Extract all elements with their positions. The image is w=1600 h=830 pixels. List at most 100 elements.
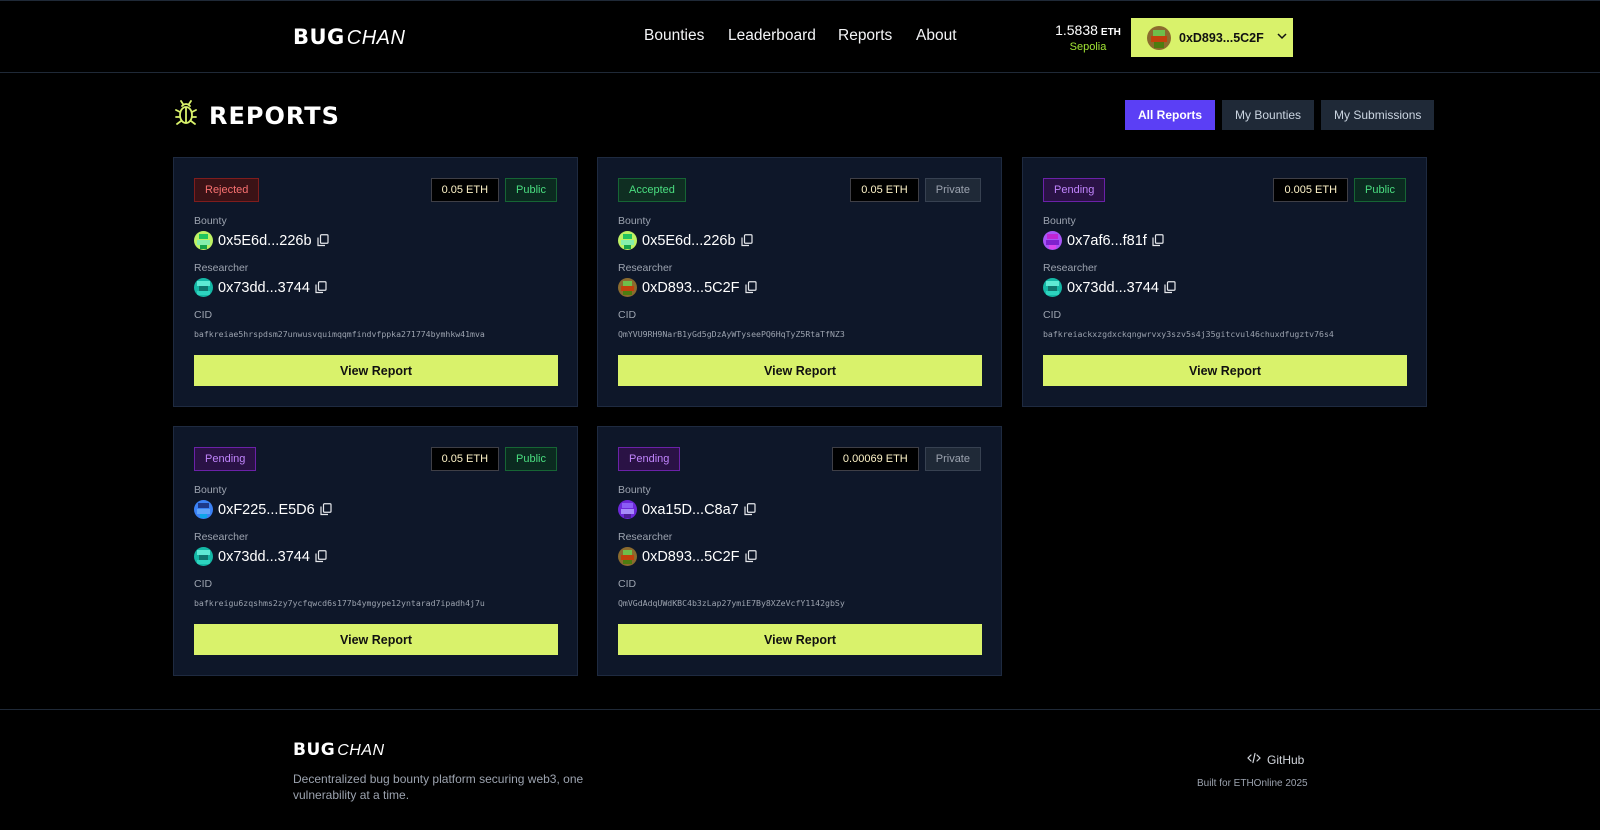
cid-value: bafkreiae5hrspdsm27unwusvquimqqmfindvfpp… (194, 329, 485, 339)
filter-all-reports[interactable]: All Reports (1125, 100, 1216, 130)
report-card: Rejected 0.05 ETH Public Bounty 0x5E6d..… (173, 157, 578, 407)
researcher-address: 0x73dd...3744 (218, 548, 310, 565)
copy-icon[interactable] (744, 550, 757, 563)
reward-badge: 0.005 ETH (1273, 178, 1349, 202)
filter-my-bounties[interactable]: My Bounties (1222, 100, 1315, 130)
researcher-avatar (618, 547, 637, 566)
copy-icon[interactable] (740, 234, 753, 247)
researcher-avatar (1043, 278, 1062, 297)
bounty-label: Bounty (194, 215, 227, 227)
researcher-label: Researcher (618, 262, 673, 274)
card-badges: 0.05 ETH Public (430, 178, 557, 202)
card-badges: 0.00069 ETH Private (831, 447, 981, 471)
visibility-badge: Public (505, 178, 557, 202)
bounty-address: 0xF225...E5D6 (218, 501, 315, 518)
view-report-button[interactable]: View Report (194, 355, 558, 386)
chevron-down-icon (1276, 29, 1288, 47)
researcher-avatar (194, 547, 213, 566)
nav-about[interactable]: About (916, 27, 957, 45)
report-card: Pending 0.00069 ETH Private Bounty 0xa15… (597, 426, 1002, 676)
bounty-label: Bounty (618, 484, 651, 496)
researcher-address-row: 0x73dd...3744 (194, 547, 327, 566)
researcher-address-row: 0xD893...5C2F (618, 278, 757, 297)
bounty-address: 0x7af6...f81f (1067, 232, 1147, 249)
researcher-address-row: 0x73dd...3744 (1043, 278, 1176, 297)
network-name: Sepolia (1069, 41, 1107, 53)
researcher-address-row: 0x73dd...3744 (194, 278, 327, 297)
bounty-avatar (194, 500, 213, 519)
report-card: Pending 0.05 ETH Public Bounty 0xF225...… (173, 426, 578, 676)
copy-icon[interactable] (1152, 234, 1164, 247)
researcher-address: 0x73dd...3744 (218, 279, 310, 296)
footer-brand-logo[interactable]: BUG CHAN (293, 740, 385, 760)
researcher-avatar (618, 278, 637, 297)
cid-label: CID (618, 309, 637, 321)
report-filter-tabs: All Reports My Bounties My Submissions (1125, 100, 1435, 130)
cid-value: QmYVU9RH9NarB1yGd5gDzAyWTyseePQ6HqTyZ5Rt… (618, 329, 845, 339)
report-card: Accepted 0.05 ETH Private Bounty 0x5E6d.… (597, 157, 1002, 407)
page-title: REPORTS (175, 100, 340, 131)
view-report-button[interactable]: View Report (618, 355, 982, 386)
bounty-avatar (194, 231, 213, 250)
copy-icon[interactable] (315, 281, 327, 294)
researcher-label: Researcher (194, 531, 249, 543)
copy-icon[interactable] (1164, 281, 1176, 294)
bounty-label: Bounty (618, 215, 651, 227)
card-badges: 0.005 ETH Public (1273, 178, 1406, 202)
code-icon (1247, 752, 1261, 767)
bounty-address: 0x5E6d...226b (218, 232, 312, 249)
bounty-address-row: 0xF225...E5D6 (194, 500, 332, 519)
researcher-label: Researcher (194, 262, 249, 274)
researcher-label: Researcher (618, 531, 673, 543)
bounty-address-row: 0x5E6d...226b (618, 231, 753, 250)
reward-badge: 0.00069 ETH (831, 447, 919, 471)
github-label: GitHub (1267, 752, 1305, 767)
wallet-balance: 1.5838 ETH Sepolia (1040, 22, 1136, 53)
copy-icon[interactable] (315, 550, 327, 563)
page-footer: BUG CHAN Decentralized bug bounty platfo… (0, 709, 1600, 830)
copy-icon[interactable] (744, 503, 756, 516)
bounty-address-row: 0x7af6...f81f (1043, 231, 1164, 250)
wallet-account-button[interactable]: 0xD893...5C2F (1131, 18, 1293, 57)
visibility-badge: Private (924, 447, 981, 471)
github-link[interactable]: GitHub (1247, 752, 1304, 767)
nav-bounties[interactable]: Bounties (644, 27, 704, 45)
footer-brand-bug-text: BUG (293, 740, 336, 760)
bounty-address-row: 0x5E6d...226b (194, 231, 329, 250)
bounty-avatar (618, 500, 637, 519)
view-report-button[interactable]: View Report (618, 624, 982, 655)
nav-reports[interactable]: Reports (838, 27, 892, 45)
balance-amount: 1.5838 ETH (1040, 22, 1136, 38)
bounty-address-row: 0xa15D...C8a7 (618, 500, 756, 519)
researcher-avatar (194, 278, 213, 297)
brand-logo[interactable]: BUG CHAN (293, 25, 405, 50)
card-badges: 0.05 ETH Private (850, 178, 981, 202)
bug-icon (175, 100, 197, 131)
view-report-button[interactable]: View Report (194, 624, 558, 655)
status-badge: Pending (618, 447, 681, 471)
bounty-label: Bounty (194, 484, 227, 496)
copy-icon[interactable] (320, 503, 332, 516)
visibility-badge: Public (505, 447, 557, 471)
built-for-text: Built for ETHOnline 2025 (1197, 778, 1308, 789)
filter-my-submissions[interactable]: My Submissions (1321, 100, 1435, 130)
researcher-address: 0x73dd...3744 (1067, 279, 1159, 296)
card-badges: 0.05 ETH Public (430, 447, 557, 471)
cid-label: CID (1043, 309, 1062, 321)
reward-badge: 0.05 ETH (430, 178, 500, 202)
bounty-address: 0xa15D...C8a7 (642, 501, 739, 518)
view-report-button[interactable]: View Report (1043, 355, 1407, 386)
balance-value: 1.5838 (1055, 22, 1098, 38)
report-card: Pending 0.005 ETH Public Bounty 0x7af6..… (1022, 157, 1427, 407)
cid-value: QmVGdAdqUWdKBC4b3zLap27ymiE7By8XZeVcfY11… (618, 598, 845, 608)
bounty-avatar (618, 231, 637, 250)
visibility-badge: Private (924, 178, 981, 202)
status-badge: Accepted (618, 178, 686, 202)
copy-icon[interactable] (316, 234, 329, 247)
nav-leaderboard[interactable]: Leaderboard (728, 27, 816, 45)
footer-brand-chan-text: CHAN (337, 742, 385, 759)
researcher-label: Researcher (1043, 262, 1098, 274)
status-badge: Rejected (194, 178, 260, 202)
reward-badge: 0.05 ETH (850, 178, 919, 202)
copy-icon[interactable] (744, 281, 757, 294)
